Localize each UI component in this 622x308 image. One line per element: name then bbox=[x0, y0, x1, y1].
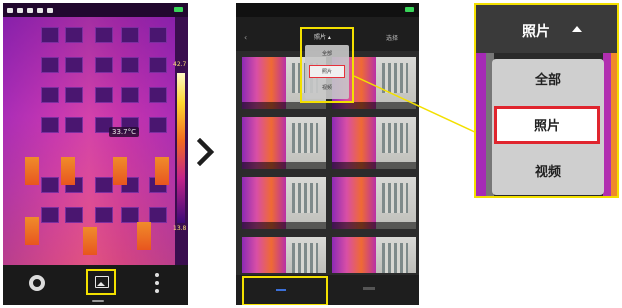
facade-window bbox=[121, 87, 139, 103]
facade-window bbox=[65, 207, 83, 223]
status-bar bbox=[236, 3, 419, 17]
facade-window bbox=[41, 207, 59, 223]
home-indicator bbox=[92, 300, 104, 302]
facade-window bbox=[121, 27, 139, 43]
facade-window bbox=[121, 207, 139, 223]
media-thumbnail[interactable] bbox=[332, 177, 416, 229]
chevron-right-icon bbox=[197, 138, 215, 166]
zoom-dropdown-title[interactable]: 照片 bbox=[522, 21, 550, 41]
facade-window bbox=[95, 27, 113, 43]
battery-icon bbox=[174, 7, 183, 12]
more-vertical-icon[interactable] bbox=[155, 273, 159, 293]
facade-window bbox=[149, 27, 167, 43]
facade-window bbox=[121, 57, 139, 73]
thermal-image[interactable] bbox=[3, 17, 175, 265]
back-icon[interactable]: ‹ bbox=[244, 33, 247, 42]
facade-window bbox=[95, 207, 113, 223]
heat-spot bbox=[61, 157, 75, 185]
status-icon bbox=[7, 7, 13, 13]
facade-window bbox=[65, 87, 83, 103]
facade-window bbox=[41, 177, 59, 193]
facade-window bbox=[41, 57, 59, 73]
status-icon bbox=[17, 7, 23, 13]
heat-spot bbox=[25, 157, 39, 185]
media-thumbnail[interactable] bbox=[242, 117, 326, 169]
scale-max-label: 42.7 bbox=[173, 61, 187, 68]
facade-window bbox=[41, 87, 59, 103]
media-thumbnail[interactable] bbox=[242, 237, 326, 273]
facade-window bbox=[65, 117, 83, 133]
tab-highlight-box bbox=[242, 276, 328, 305]
facade-window bbox=[95, 57, 113, 73]
gear-icon[interactable] bbox=[29, 275, 45, 291]
media-thumbnail[interactable] bbox=[332, 117, 416, 169]
status-icon bbox=[27, 7, 33, 13]
heat-spot bbox=[25, 217, 39, 245]
temperature-readout: 33.7°C bbox=[109, 127, 139, 137]
zoom-menu-item-all[interactable]: 全部 bbox=[492, 59, 604, 103]
zoom-menu-item-photo[interactable]: 照片 bbox=[494, 106, 600, 144]
zoom-dropdown-menu: 全部 照片 视频 bbox=[492, 59, 604, 195]
status-bar bbox=[3, 3, 188, 17]
status-icon bbox=[37, 7, 43, 13]
zoomed-dropdown-callout: 照片 全部 照片 视频 bbox=[474, 3, 619, 198]
color-scale-bar bbox=[177, 73, 185, 223]
select-button[interactable]: 选择 bbox=[386, 33, 398, 42]
battery-icon bbox=[405, 7, 414, 12]
thermal-camera-screen: 33.7°C 42.7 13.8 bbox=[3, 3, 188, 305]
gallery-screen: ‹ 照片 ▴ 选择 全部 照片 视频 bbox=[236, 3, 419, 305]
caret-up-icon bbox=[572, 26, 582, 32]
heat-spot bbox=[83, 227, 97, 255]
facade-window bbox=[65, 27, 83, 43]
status-icon bbox=[47, 7, 53, 13]
heat-spot bbox=[113, 157, 127, 185]
zoom-menu-item-video[interactable]: 视频 bbox=[492, 151, 604, 195]
media-thumbnail[interactable] bbox=[332, 237, 416, 273]
gallery-button[interactable] bbox=[86, 269, 116, 295]
facade-window bbox=[149, 87, 167, 103]
facade-window bbox=[149, 57, 167, 73]
heat-spot bbox=[137, 222, 151, 250]
dropdown-highlight-box bbox=[300, 27, 354, 103]
facade-window bbox=[95, 177, 113, 193]
heat-spot bbox=[155, 157, 169, 185]
facade-window bbox=[149, 207, 167, 223]
facade-window bbox=[41, 117, 59, 133]
facade-window bbox=[41, 27, 59, 43]
media-thumbnail[interactable] bbox=[242, 177, 326, 229]
facade-window bbox=[65, 57, 83, 73]
scale-min-label: 13.8 bbox=[173, 225, 187, 232]
facade-window bbox=[149, 117, 167, 133]
tab-other[interactable] bbox=[363, 287, 375, 290]
facade-window bbox=[95, 87, 113, 103]
